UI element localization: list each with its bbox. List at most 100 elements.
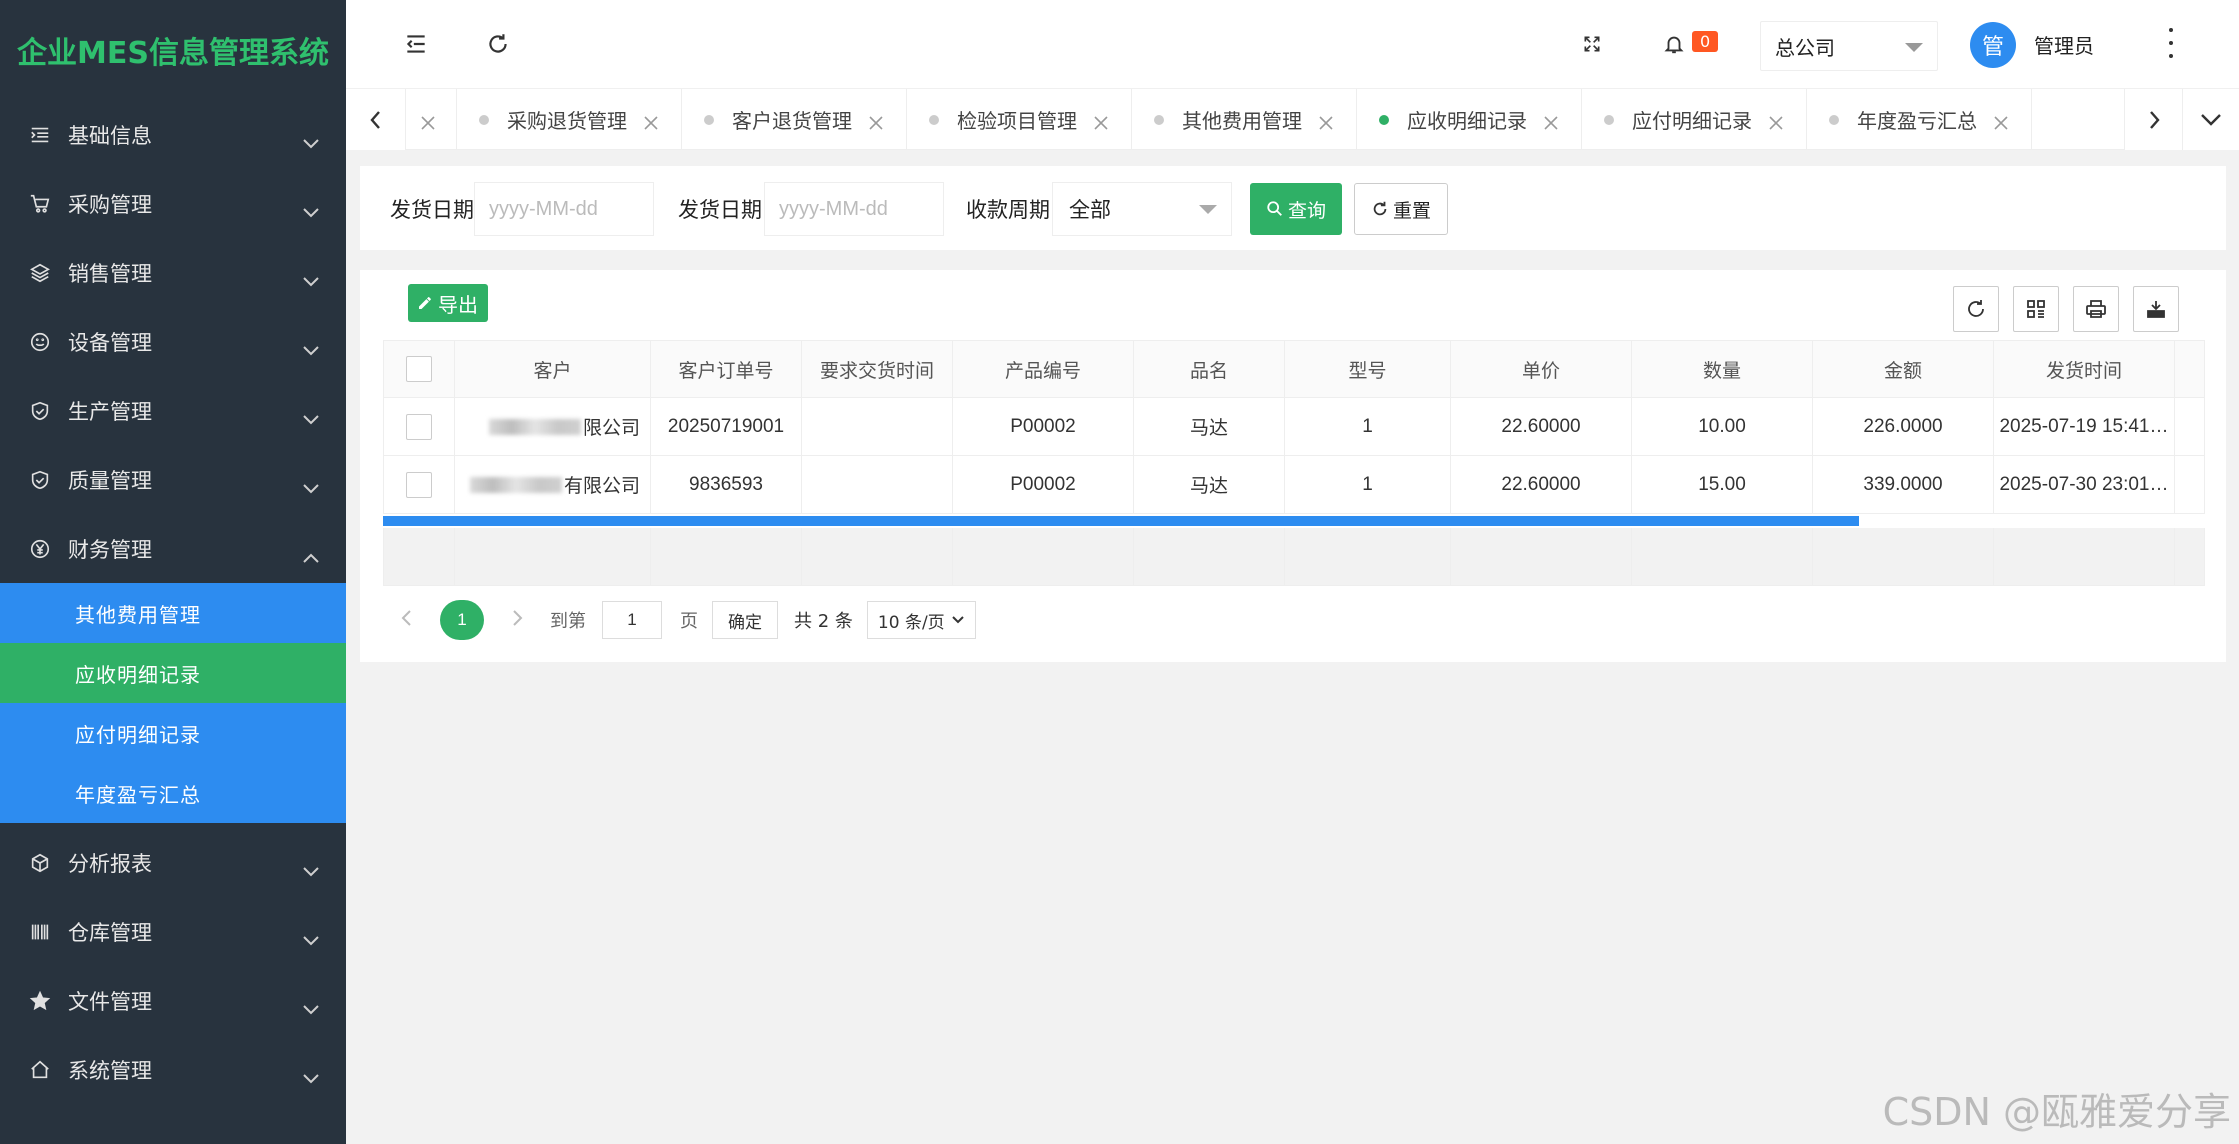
- close-icon[interactable]: [1543, 112, 1559, 130]
- collapse-menu-icon[interactable]: [398, 26, 434, 62]
- prev-page-icon[interactable]: [400, 609, 412, 632]
- chevron-down-icon: [302, 997, 320, 1021]
- select-all-cell: [383, 341, 455, 397]
- table-refresh-button[interactable]: [1953, 286, 1999, 332]
- search-button[interactable]: 查询: [1250, 183, 1342, 235]
- cell-product-code: P00002: [953, 456, 1134, 513]
- close-icon[interactable]: [1768, 112, 1784, 130]
- close-icon[interactable]: [420, 112, 436, 130]
- menu-item-finance[interactable]: 财务管理: [0, 514, 346, 583]
- footer-cell: [2175, 528, 2205, 585]
- refresh-icon[interactable]: [480, 26, 516, 62]
- column-header[interactable]: 数量: [1632, 341, 1813, 397]
- tab-partial-hidden[interactable]: [406, 89, 457, 150]
- submenu-item-annual-summary[interactable]: 年度盈亏汇总: [0, 763, 346, 823]
- tab-receivables[interactable]: 应收明细记录: [1357, 89, 1582, 150]
- menu-item-quality[interactable]: 质量管理: [0, 445, 346, 514]
- row-checkbox[interactable]: [406, 471, 432, 498]
- column-header[interactable]: 客户订单号: [651, 341, 802, 397]
- table-row[interactable]: 有限公司 9836593 P00002 马达 1 22.60000 15.00 …: [383, 456, 2205, 514]
- company-select[interactable]: 总公司: [1760, 21, 1938, 71]
- export-button[interactable]: 导出: [408, 284, 488, 322]
- export-button-label: 导出: [438, 292, 478, 317]
- column-header[interactable]: 品名: [1134, 341, 1285, 397]
- menu-item-files[interactable]: 文件管理: [0, 966, 346, 1035]
- submenu-item-receivables[interactable]: 应收明细记录: [0, 643, 346, 703]
- fullscreen-icon[interactable]: [1574, 26, 1610, 62]
- menu-item-warehouse[interactable]: 仓库管理: [0, 897, 346, 966]
- username[interactable]: 管理员: [2034, 30, 2094, 59]
- tab-customer-return[interactable]: 客户退货管理: [682, 89, 907, 150]
- submenu-item-other-expenses[interactable]: 其他费用管理: [0, 583, 346, 643]
- cell-quantity: 10.00: [1632, 398, 1813, 455]
- row-select-cell: [383, 456, 455, 513]
- current-page-button[interactable]: 1: [440, 600, 484, 640]
- more-vertical-icon[interactable]: [2166, 28, 2176, 58]
- chevron-down-icon: [302, 1066, 320, 1090]
- select-all-checkbox[interactable]: [406, 356, 432, 382]
- tabs-list: 采购退货管理 客户退货管理 检验项目管理 其他费用管理 应收明细记录 应付明细记…: [406, 89, 2124, 150]
- footer-cell: [1632, 528, 1813, 585]
- menu-item-reports[interactable]: 分析报表: [0, 828, 346, 897]
- finance-submenu: 其他费用管理 应收明细记录 应付明细记录 年度盈亏汇总: [0, 583, 346, 823]
- tab-other-expenses[interactable]: 其他费用管理: [1132, 89, 1357, 150]
- submenu-item-payables[interactable]: 应付明细记录: [0, 703, 346, 763]
- tab-scroll-left-icon[interactable]: [346, 89, 406, 150]
- column-header[interactable]: 型号: [1285, 341, 1451, 397]
- tab-payables[interactable]: 应付明细记录: [1582, 89, 1807, 150]
- close-icon[interactable]: [1993, 112, 2009, 130]
- chevron-down-icon: [302, 928, 320, 952]
- tab-status-dot: [1604, 114, 1614, 125]
- horizontal-scrollbar[interactable]: [383, 514, 2205, 528]
- tab-menu-chevron-down-icon[interactable]: [2182, 89, 2239, 150]
- next-page-icon[interactable]: [512, 609, 524, 632]
- table-footer-row: [383, 528, 2205, 586]
- close-icon[interactable]: [643, 112, 659, 130]
- row-checkbox[interactable]: [406, 413, 432, 440]
- ship-date-start-input[interactable]: yyyy-MM-dd: [474, 182, 654, 236]
- cell-ship-time: 2025-07-19 15:41…: [1994, 398, 2175, 455]
- column-header[interactable]: 产品编号: [953, 341, 1134, 397]
- cell-text: 有限公司: [563, 476, 640, 497]
- reset-button[interactable]: 重置: [1354, 183, 1448, 235]
- tab-inspection-items[interactable]: 检验项目管理: [907, 89, 1132, 150]
- bell-icon[interactable]: [1656, 26, 1692, 62]
- export-file-button[interactable]: [2133, 286, 2179, 332]
- page-size-select[interactable]: 10 条/页: [866, 601, 976, 639]
- avatar[interactable]: 管: [1970, 22, 2016, 68]
- close-icon[interactable]: [868, 112, 884, 130]
- close-icon[interactable]: [1093, 112, 1109, 130]
- footer-cell: [1134, 528, 1285, 585]
- horizontal-scrollbar-thumb[interactable]: [383, 516, 1859, 526]
- goto-page-input[interactable]: 1: [602, 601, 662, 639]
- chevron-up-icon: [302, 545, 320, 569]
- column-header[interactable]: 发货时间: [1994, 341, 2175, 397]
- tab-scroll-right-icon[interactable]: [2124, 89, 2184, 150]
- tab-purchase-return[interactable]: 采购退货管理: [457, 89, 682, 150]
- menu-item-production[interactable]: 生产管理: [0, 376, 346, 445]
- chevron-down-icon: [302, 407, 320, 431]
- menu-item-system[interactable]: 系统管理: [0, 1035, 346, 1104]
- menu-item-label: 财务管理: [68, 537, 152, 562]
- chevron-down-icon: [302, 338, 320, 362]
- menu-item-sales[interactable]: 销售管理: [0, 238, 346, 307]
- ship-date-end-input[interactable]: yyyy-MM-dd: [764, 182, 944, 236]
- column-header[interactable]: 金额: [1813, 341, 1994, 397]
- tab-annual-summary[interactable]: 年度盈亏汇总: [1807, 89, 2032, 150]
- menu-item-purchase[interactable]: 采购管理: [0, 169, 346, 238]
- column-header[interactable]: 单价: [1451, 341, 1632, 397]
- print-button[interactable]: [2073, 286, 2119, 332]
- column-filter-button[interactable]: [2013, 286, 2059, 332]
- column-header[interactable]: 客户: [455, 341, 651, 397]
- close-icon[interactable]: [1318, 112, 1334, 130]
- menu-item-basic-info[interactable]: 基础信息: [0, 100, 346, 169]
- goto-confirm-button[interactable]: 确定: [712, 601, 778, 639]
- footer-cell: [953, 528, 1134, 585]
- table-row[interactable]: 限公司 20250719001 P00002 马达 1 22.60000 10.…: [383, 398, 2205, 456]
- grid-icon: [2027, 300, 2045, 318]
- collection-period-select[interactable]: 全部: [1052, 182, 1232, 236]
- column-header[interactable]: 要求交货时间: [802, 341, 953, 397]
- ship-date-label: 发货日期: [390, 198, 474, 222]
- menu-item-equipment[interactable]: 设备管理: [0, 307, 346, 376]
- table-header-row: 客户 客户订单号 要求交货时间 产品编号 品名 型号 单价 数量 金额 发货时间: [383, 340, 2205, 398]
